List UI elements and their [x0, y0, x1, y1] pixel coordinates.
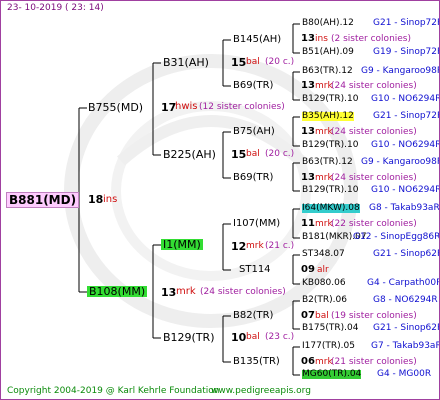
g1-tag-0: hwis	[175, 101, 198, 112]
g1-note-1: (24 sister colonies)	[200, 287, 286, 297]
g3-queen-7[interactable]: B135(TR)	[233, 357, 280, 367]
g3-note-4: (22 sister colonies)	[331, 219, 417, 229]
g1-note-0: (12 sister colonies)	[199, 102, 285, 112]
g4-ref-2: G9 - Kangaroo98R	[361, 66, 440, 76]
g3-queen-0[interactable]: B145(AH)	[233, 35, 281, 45]
g4-ref-3: G10 - NO6294R	[371, 94, 440, 104]
root-gen-num: 18	[88, 193, 104, 206]
g2-queen-1[interactable]: B225(AH)	[163, 149, 216, 160]
footer-copyright: Copyright 2004-2019 @ Karl Kehrle Founda…	[7, 386, 220, 396]
g3-num-2: 13	[301, 126, 315, 137]
g4-queen-7[interactable]: B129(TR).10	[302, 186, 358, 195]
g2-num-0: 15	[231, 56, 247, 69]
g3-num-0: 13	[301, 33, 315, 44]
footer-site-link[interactable]: www.pedigreeapis.org	[211, 387, 311, 396]
g3-queen-2[interactable]: B75(AH)	[233, 127, 275, 137]
g3-num-6: 07	[301, 310, 315, 321]
g4-ref-7: G10 - NO6294R	[371, 185, 440, 195]
g4-queen-5[interactable]: B129(TR).10	[302, 141, 358, 150]
g3-note-6: (19 sister colonies)	[331, 311, 417, 321]
g4-ref-9: G12 - SinopEgg86R	[353, 232, 440, 242]
g2-queen-3[interactable]: B129(TR)	[163, 332, 215, 343]
g4-queen-2[interactable]: B63(TR).12	[302, 67, 353, 76]
g4-queen-0[interactable]: B80(AH).12	[302, 19, 354, 28]
g2-num-2: 12	[231, 240, 247, 253]
g2-num-1: 15	[231, 148, 247, 161]
g4-ref-13: G21 - Sinop62R	[373, 323, 440, 333]
root-queen[interactable]: B881(MD)	[6, 192, 80, 208]
pedigree-frame: 23- 10-2019 ( 23: 14) B881(MD) 18 ins B7…	[0, 0, 440, 400]
g2-queen-2[interactable]: I1(MM)	[161, 239, 203, 250]
g4-ref-0: G21 - Sinop72R	[373, 18, 440, 28]
g3-num-1: 13	[301, 80, 315, 91]
g2-note-2: (21 c.)	[265, 241, 295, 251]
g4-queen-13[interactable]: B175(TR).04	[302, 324, 358, 333]
g4-ref-8: G8 - Takab93aR	[369, 203, 440, 213]
g4-queen-4[interactable]: B35(AH).12	[302, 112, 354, 121]
g4-queen-6[interactable]: B63(TR).12	[302, 158, 353, 167]
g4-ref-10: G21 - Sinop62R	[373, 249, 440, 259]
g4-ref-1: G19 - Sinop72R	[373, 47, 440, 57]
g4-queen-3[interactable]: B129(TR).10	[302, 95, 358, 104]
g3-num-5: 09	[301, 264, 315, 275]
g3-note-0: (2 sister colonies)	[331, 34, 412, 44]
g3-note-3: (24 sister colonies)	[331, 173, 417, 183]
g3-tag-5: alr	[317, 265, 329, 275]
g3-queen-4[interactable]: I107(MM)	[233, 219, 280, 229]
g4-ref-4: G21 - Sinop72R	[373, 111, 440, 121]
root-gen-tag: ins	[103, 194, 118, 205]
g3-note-1: (24 sister colonies)	[331, 81, 417, 91]
g4-queen-14[interactable]: I177(TR).05	[302, 342, 355, 351]
g2-num-3: 10	[231, 331, 247, 344]
g3-note-7: (21 sister colonies)	[331, 357, 417, 367]
g3-num-4: 11	[301, 218, 315, 229]
g1-num-1: 13	[161, 286, 177, 299]
g2-tag-1: bal	[246, 149, 260, 159]
g4-queen-15[interactable]: MG60(TR).04	[302, 370, 362, 379]
g2-note-0: (20 c.)	[265, 57, 295, 67]
g3-tag-0: ins	[315, 34, 328, 44]
g3-queen-1[interactable]: B69(TR)	[233, 81, 273, 91]
g4-ref-11: G4 - Carpath00R	[367, 278, 440, 288]
g2-note-1: (20 c.)	[265, 149, 295, 159]
g4-queen-1[interactable]: B51(AH).09	[302, 48, 354, 57]
g2-tag-2: mrk	[246, 241, 264, 251]
g3-num-3: 13	[301, 172, 315, 183]
g4-ref-5: G10 - NO6294R	[371, 140, 440, 150]
g3-queen-6[interactable]: B82(TR)	[233, 311, 273, 321]
g2-tag-0: bal	[246, 57, 260, 67]
g1-tag-1: mrk	[176, 286, 196, 297]
g1-queen-1[interactable]: B108(MM)	[87, 286, 148, 297]
g1-queen-0[interactable]: B755(MD)	[88, 102, 143, 113]
g4-queen-10[interactable]: ST348.07	[302, 250, 345, 259]
g3-queen-3[interactable]: B69(TR)	[233, 173, 273, 183]
g4-queen-11[interactable]: KB080.06	[302, 279, 346, 288]
g4-ref-14: G7 - Takab93aR	[371, 341, 440, 351]
g2-tag-3: bal	[246, 332, 260, 342]
g3-note-2: (24 sister colonies)	[331, 127, 417, 137]
g4-ref-6: G9 - Kangaroo98R	[361, 157, 440, 167]
g2-note-3: (23 c.)	[265, 332, 295, 342]
g4-queen-12[interactable]: B2(TR).06	[302, 296, 347, 305]
g2-queen-0[interactable]: B31(AH)	[163, 57, 209, 68]
g4-ref-15: G4 - MG00R	[377, 369, 432, 379]
g4-ref-12: G8 - NO6294R	[373, 295, 438, 305]
g3-num-7: 06	[301, 356, 315, 367]
g4-queen-8[interactable]: I64(MKW).08	[302, 204, 360, 213]
g3-tag-6: bal	[315, 311, 329, 321]
g3-queen-5[interactable]: ST114	[239, 265, 271, 275]
